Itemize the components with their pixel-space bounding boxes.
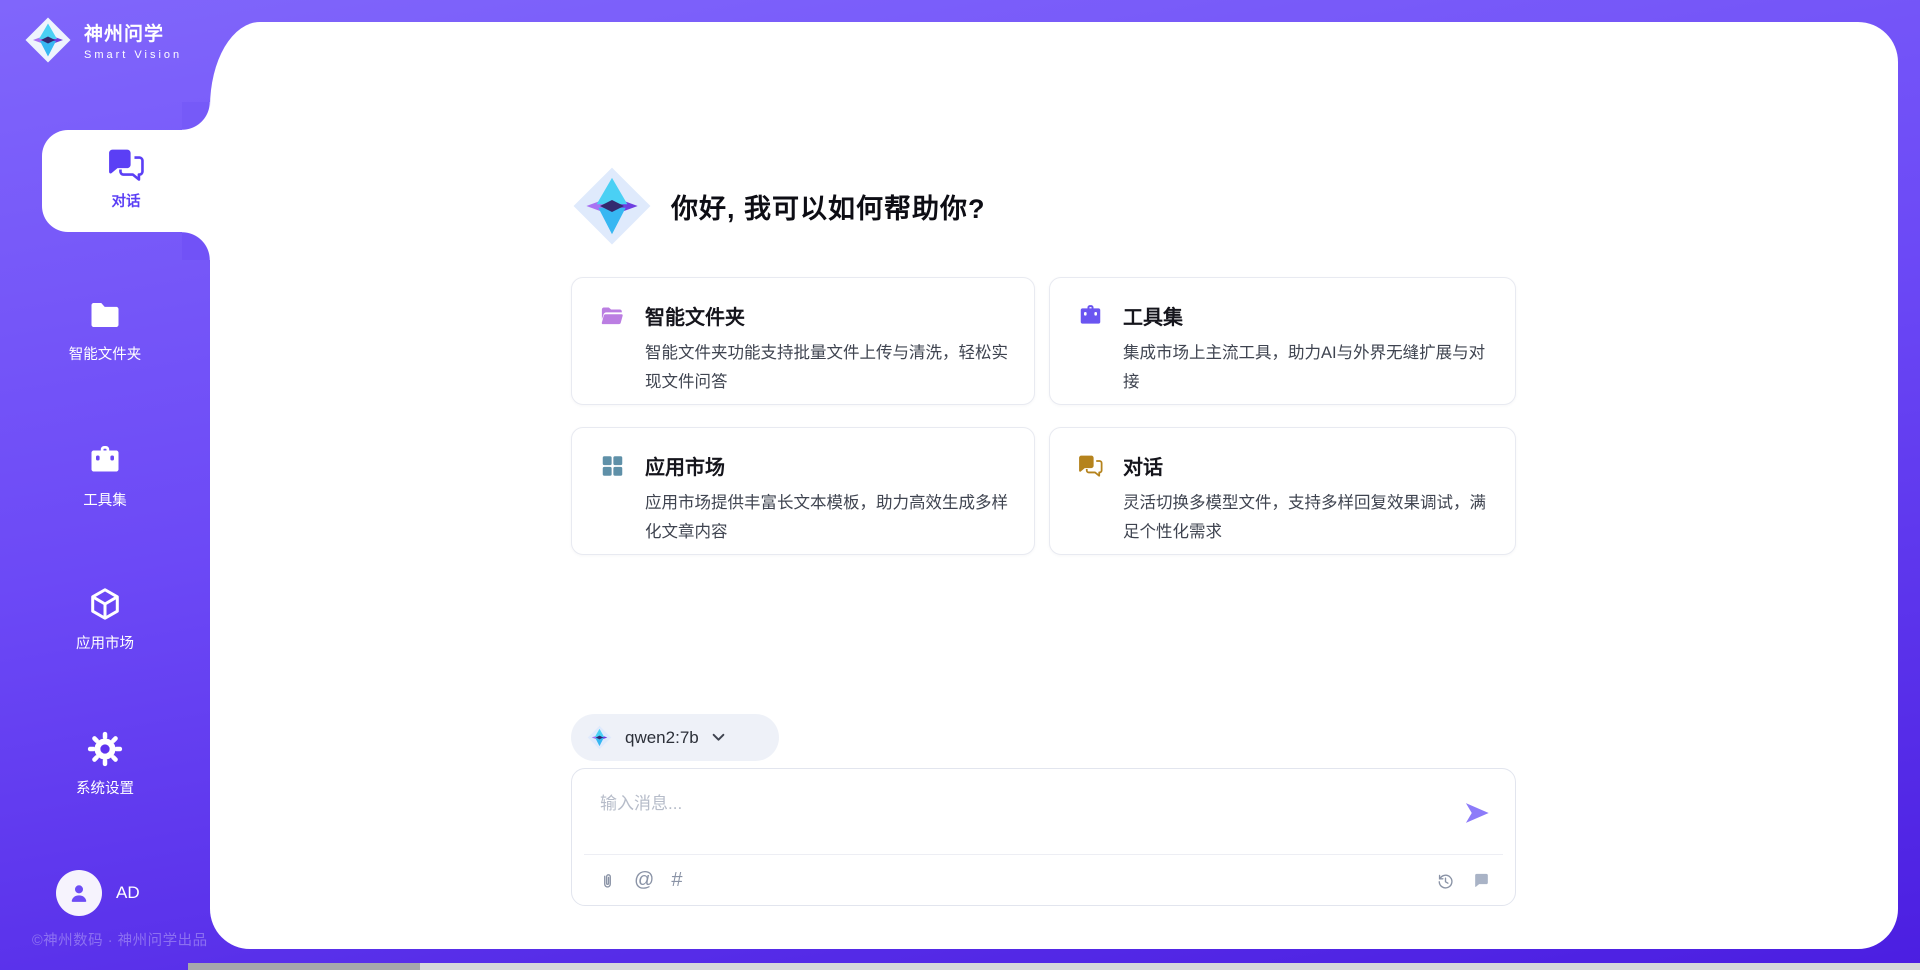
feature-card-toolset[interactable]: 工具集 集成市场上主流工具，助力AI与外界无缝扩展与对接 (1049, 277, 1516, 405)
main-panel: 你好, 我可以如何帮助你? 智能文件夹 智能文件夹功能支持批量文件上传与清洗，轻… (210, 22, 1898, 949)
composer-toolbar: @ # (598, 869, 1491, 892)
welcome-logo-icon (571, 165, 653, 247)
horizontal-scrollbar-thumb[interactable] (188, 963, 420, 970)
sidebar-item-smart-folders[interactable]: 智能文件夹 (0, 297, 210, 364)
chevron-down-icon (712, 733, 725, 742)
chat-square-icon (1472, 871, 1491, 891)
card-description: 智能文件夹功能支持批量文件上传与清洗，轻松实现文件问答 (645, 339, 1008, 397)
greeting-title: 你好, 我可以如何帮助你? (671, 187, 986, 226)
grid-icon (599, 453, 626, 479)
sidebar-item-label: 应用市场 (0, 632, 210, 653)
composer-divider (584, 854, 1503, 855)
horizontal-scrollbar[interactable] (188, 963, 1920, 970)
sidebar-item-app-market[interactable]: 应用市场 (0, 586, 210, 653)
mention-button[interactable]: @ (634, 869, 654, 892)
welcome: 你好, 我可以如何帮助你? (571, 165, 986, 247)
brand-name: 神州问学 (84, 19, 182, 46)
history-icon (1436, 871, 1455, 891)
composer: @ # (571, 768, 1516, 906)
folder-icon (87, 297, 123, 333)
send-icon (1463, 799, 1491, 827)
sidebar-item-label: 系统设置 (0, 777, 210, 798)
user-chip[interactable]: AD (56, 870, 140, 916)
card-title: 智能文件夹 (645, 301, 745, 330)
feature-card-chat[interactable]: 对话 灵活切换多模型文件，支持多样回复效果调试，满足个性化需求 (1049, 427, 1516, 555)
folder-open-icon (599, 303, 626, 329)
card-description: 集成市场上主流工具，助力AI与外界无缝扩展与对接 (1123, 339, 1489, 397)
sidebar-item-chat[interactable]: 对话 (42, 130, 210, 232)
send-button[interactable] (1463, 799, 1491, 827)
toolbox-icon (1077, 303, 1104, 329)
message-input[interactable] (600, 789, 1440, 847)
sidebar-item-toolset[interactable]: 工具集 (0, 443, 210, 510)
feedback-button[interactable] (1472, 871, 1491, 891)
brand[interactable]: 神州问学 Smart Vision (24, 16, 182, 64)
card-title: 对话 (1123, 451, 1163, 480)
card-title: 应用市场 (645, 451, 725, 480)
feature-cards: 智能文件夹 智能文件夹功能支持批量文件上传与清洗，轻松实现文件问答 工具集 集成… (571, 277, 1516, 555)
model-name: qwen2:7b (625, 728, 699, 748)
chat-icon (1077, 453, 1104, 479)
at-icon: @ (634, 869, 654, 892)
paperclip-icon (598, 871, 617, 891)
main-content: 你好, 我可以如何帮助你? 智能文件夹 智能文件夹功能支持批量文件上传与清洗，轻… (571, 22, 1516, 949)
hashtag-button[interactable]: # (671, 869, 682, 892)
brand-logo-icon (24, 16, 72, 64)
feature-card-smart-folder[interactable]: 智能文件夹 智能文件夹功能支持批量文件上传与清洗，轻松实现文件问答 (571, 277, 1035, 405)
sidebar-item-label: 工具集 (0, 489, 210, 510)
sidebar-footer: ©神州数码 · 神州问学出品 (32, 929, 208, 950)
model-selector[interactable]: qwen2:7b (571, 714, 779, 761)
toolbox-icon (87, 443, 123, 479)
chat-icon (106, 146, 146, 184)
card-description: 灵活切换多模型文件，支持多样回复效果调试，满足个性化需求 (1123, 489, 1489, 547)
sidebar: 神州问学 Smart Vision 对话 智能文件夹 工具集 应用市场 (0, 0, 210, 970)
user-initials: AD (116, 883, 140, 903)
sidebar-item-label: 智能文件夹 (0, 343, 210, 364)
hash-icon: # (671, 869, 682, 892)
model-logo-icon (587, 725, 612, 750)
feature-card-app-market[interactable]: 应用市场 应用市场提供丰富长文本模板，助力高效生成多样化文章内容 (571, 427, 1035, 555)
person-icon (66, 880, 92, 906)
sidebar-item-settings[interactable]: 系统设置 (0, 731, 210, 798)
attach-button[interactable] (598, 871, 617, 891)
card-description: 应用市场提供丰富长文本模板，助力高效生成多样化文章内容 (645, 489, 1008, 547)
gear-icon (87, 731, 123, 767)
brand-subtitle: Smart Vision (84, 49, 182, 61)
card-title: 工具集 (1123, 301, 1183, 330)
history-button[interactable] (1436, 871, 1455, 891)
avatar (56, 870, 102, 916)
cube-icon (87, 586, 123, 622)
sidebar-item-label: 对话 (42, 190, 210, 211)
